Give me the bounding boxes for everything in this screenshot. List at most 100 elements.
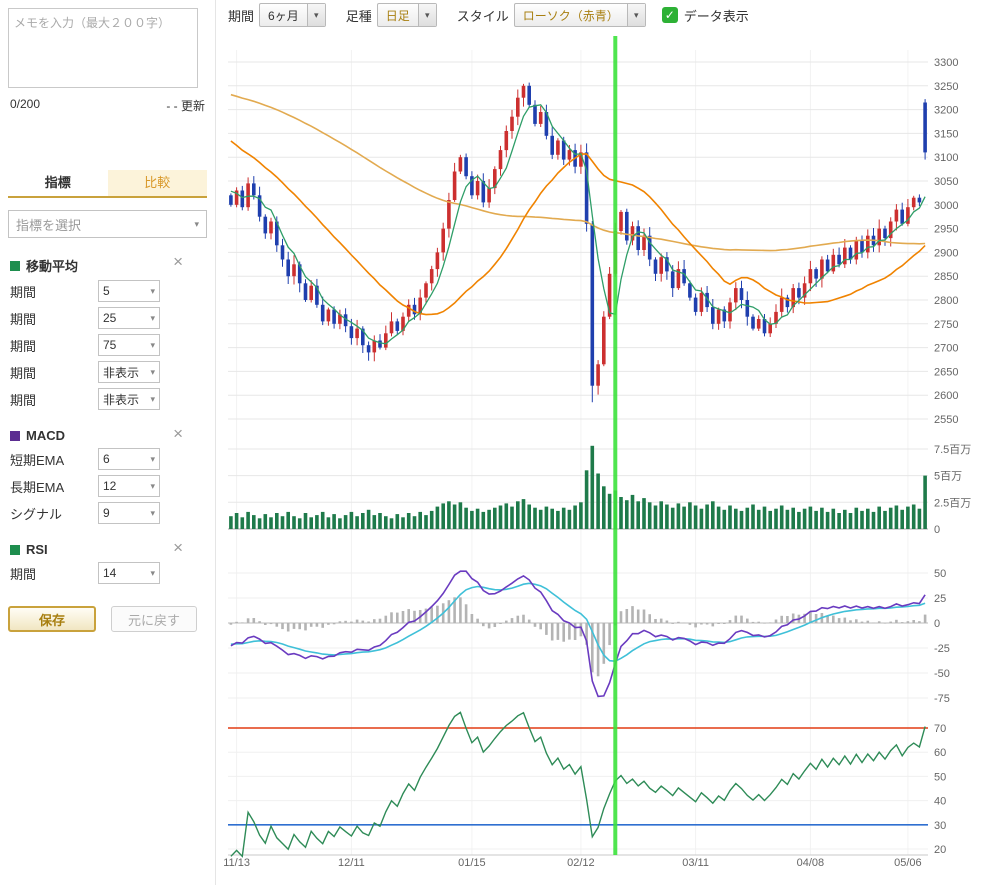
svg-text:50: 50: [934, 568, 946, 580]
chevron-down-icon: ▾: [150, 286, 155, 297]
memo-counter: 0/200: [10, 97, 40, 114]
svg-text:2650: 2650: [934, 366, 958, 378]
ma-period-2-select[interactable]: 25 ▾: [98, 307, 160, 329]
svg-text:25: 25: [934, 593, 946, 605]
tab-indicators[interactable]: 指標: [8, 170, 108, 196]
period-select[interactable]: 6ヶ月 ▾: [259, 3, 326, 27]
close-icon[interactable]: ×: [173, 539, 183, 556]
bartype-select[interactable]: 日足 ▾: [377, 3, 437, 27]
svg-text:2550: 2550: [934, 414, 958, 426]
bartype-label: 足種: [346, 6, 372, 25]
svg-text:3100: 3100: [934, 152, 958, 164]
chart-toolbar: 期間 6ヶ月 ▾ 足種 日足 ▾ スタイル ローソク（赤青） ▾ ✓ データ表示: [216, 0, 987, 30]
rsi-period-select[interactable]: 14 ▾: [98, 562, 160, 584]
macd-slow-select[interactable]: 12 ▾: [98, 475, 160, 497]
svg-text:7.5百万: 7.5百万: [934, 444, 971, 456]
memo-input[interactable]: [8, 8, 198, 88]
svg-text:11/13: 11/13: [223, 857, 250, 869]
check-icon: ✓: [665, 8, 675, 22]
reset-button[interactable]: 元に戻す: [111, 606, 197, 632]
chevron-down-icon[interactable]: ▾: [627, 4, 645, 26]
svg-text:-50: -50: [934, 668, 950, 680]
svg-text:05/06: 05/06: [894, 857, 922, 869]
section-title: 移動平均: [26, 256, 78, 275]
chevron-down-icon: ▾: [150, 568, 155, 579]
svg-text:-25: -25: [934, 643, 950, 655]
indicator-select[interactable]: 指標を選択 ▾: [8, 210, 207, 238]
svg-text:2700: 2700: [934, 343, 958, 355]
save-button[interactable]: 保存: [8, 606, 96, 632]
macd-signal-select[interactable]: 9 ▾: [98, 502, 160, 524]
svg-text:12/11: 12/11: [338, 857, 365, 869]
stock-chart[interactable]: 3300325032003150310030503000295029002850…: [216, 30, 987, 885]
chevron-down-icon[interactable]: ▾: [307, 4, 325, 26]
svg-text:2950: 2950: [934, 224, 958, 236]
svg-text:2.5百万: 2.5百万: [934, 497, 971, 509]
svg-text:60: 60: [934, 747, 946, 759]
param-row: 期間 5 ▾: [10, 280, 205, 302]
macd-fast-select[interactable]: 6 ▾: [98, 448, 160, 470]
section-title: MACD: [26, 428, 65, 443]
memo-update-label: - - 更新: [166, 97, 205, 114]
param-row: 期間 25 ▾: [10, 307, 205, 329]
param-row: 期間 14 ▾: [10, 562, 205, 584]
svg-text:50: 50: [934, 771, 946, 783]
close-icon[interactable]: ×: [173, 425, 183, 442]
svg-text:02/12: 02/12: [567, 857, 595, 869]
svg-text:0: 0: [934, 618, 940, 630]
svg-text:0: 0: [934, 524, 940, 536]
svg-text:2750: 2750: [934, 319, 958, 331]
chevron-down-icon: ▾: [150, 394, 155, 405]
chevron-down-icon: ▾: [150, 367, 155, 378]
svg-text:03/11: 03/11: [682, 857, 709, 869]
svg-text:3150: 3150: [934, 128, 958, 140]
style-label: スタイル: [457, 6, 509, 25]
param-row: 期間 75 ▾: [10, 334, 205, 356]
main-area: 期間 6ヶ月 ▾ 足種 日足 ▾ スタイル ローソク（赤青） ▾ ✓ データ表示…: [215, 0, 987, 885]
param-row: 短期EMA 6 ▾: [10, 448, 205, 470]
chevron-down-icon: ▾: [150, 454, 155, 465]
indicator-color-swatch: [10, 545, 20, 555]
indicator-color-swatch: [10, 431, 20, 441]
ma-period-1-select[interactable]: 5 ▾: [98, 280, 160, 302]
svg-text:2900: 2900: [934, 247, 958, 259]
chevron-down-icon: ▾: [150, 508, 155, 519]
svg-text:-75: -75: [934, 693, 950, 705]
svg-text:2800: 2800: [934, 295, 958, 307]
period-label: 期間: [228, 6, 254, 25]
section-rsi: RSI ×: [10, 542, 205, 557]
data-display-label: データ表示: [684, 6, 749, 25]
chevron-down-icon: ▾: [194, 219, 199, 230]
close-icon[interactable]: ×: [173, 253, 183, 270]
chevron-down-icon: ▾: [150, 481, 155, 492]
indicator-select-placeholder: 指標を選択: [16, 215, 81, 234]
svg-text:04/08: 04/08: [797, 857, 825, 869]
ma-period-3-select[interactable]: 75 ▾: [98, 334, 160, 356]
param-row: 長期EMA 12 ▾: [10, 475, 205, 497]
indicator-color-swatch: [10, 261, 20, 271]
param-row: 期間 非表示 ▾: [10, 361, 205, 383]
section-macd: MACD ×: [10, 428, 205, 443]
svg-text:70: 70: [934, 723, 946, 735]
param-row: 期間 非表示 ▾: [10, 388, 205, 410]
ma-period-4-select[interactable]: 非表示 ▾: [98, 361, 160, 383]
sidebar-tabs: 指標 比較: [8, 170, 207, 198]
stock-chart-app: 0/200 - - 更新 指標 比較 指標を選択 ▾ 移動平均 × 期間 5 ▾…: [0, 0, 987, 885]
ma-period-5-select[interactable]: 非表示 ▾: [98, 388, 160, 410]
svg-text:3000: 3000: [934, 200, 958, 212]
chevron-down-icon[interactable]: ▾: [418, 4, 436, 26]
svg-text:2600: 2600: [934, 390, 958, 402]
svg-text:01/15: 01/15: [458, 857, 486, 869]
svg-text:2850: 2850: [934, 271, 958, 283]
svg-text:40: 40: [934, 796, 946, 808]
tab-compare[interactable]: 比較: [108, 170, 208, 196]
svg-text:3200: 3200: [934, 105, 958, 117]
param-row: シグナル 9 ▾: [10, 502, 205, 524]
data-display-checkbox[interactable]: ✓: [662, 7, 678, 23]
svg-text:3050: 3050: [934, 176, 958, 188]
chevron-down-icon: ▾: [150, 340, 155, 351]
section-title: RSI: [26, 542, 48, 557]
svg-text:3250: 3250: [934, 81, 958, 93]
svg-text:20: 20: [934, 844, 946, 856]
style-select[interactable]: ローソク（赤青） ▾: [514, 3, 646, 27]
